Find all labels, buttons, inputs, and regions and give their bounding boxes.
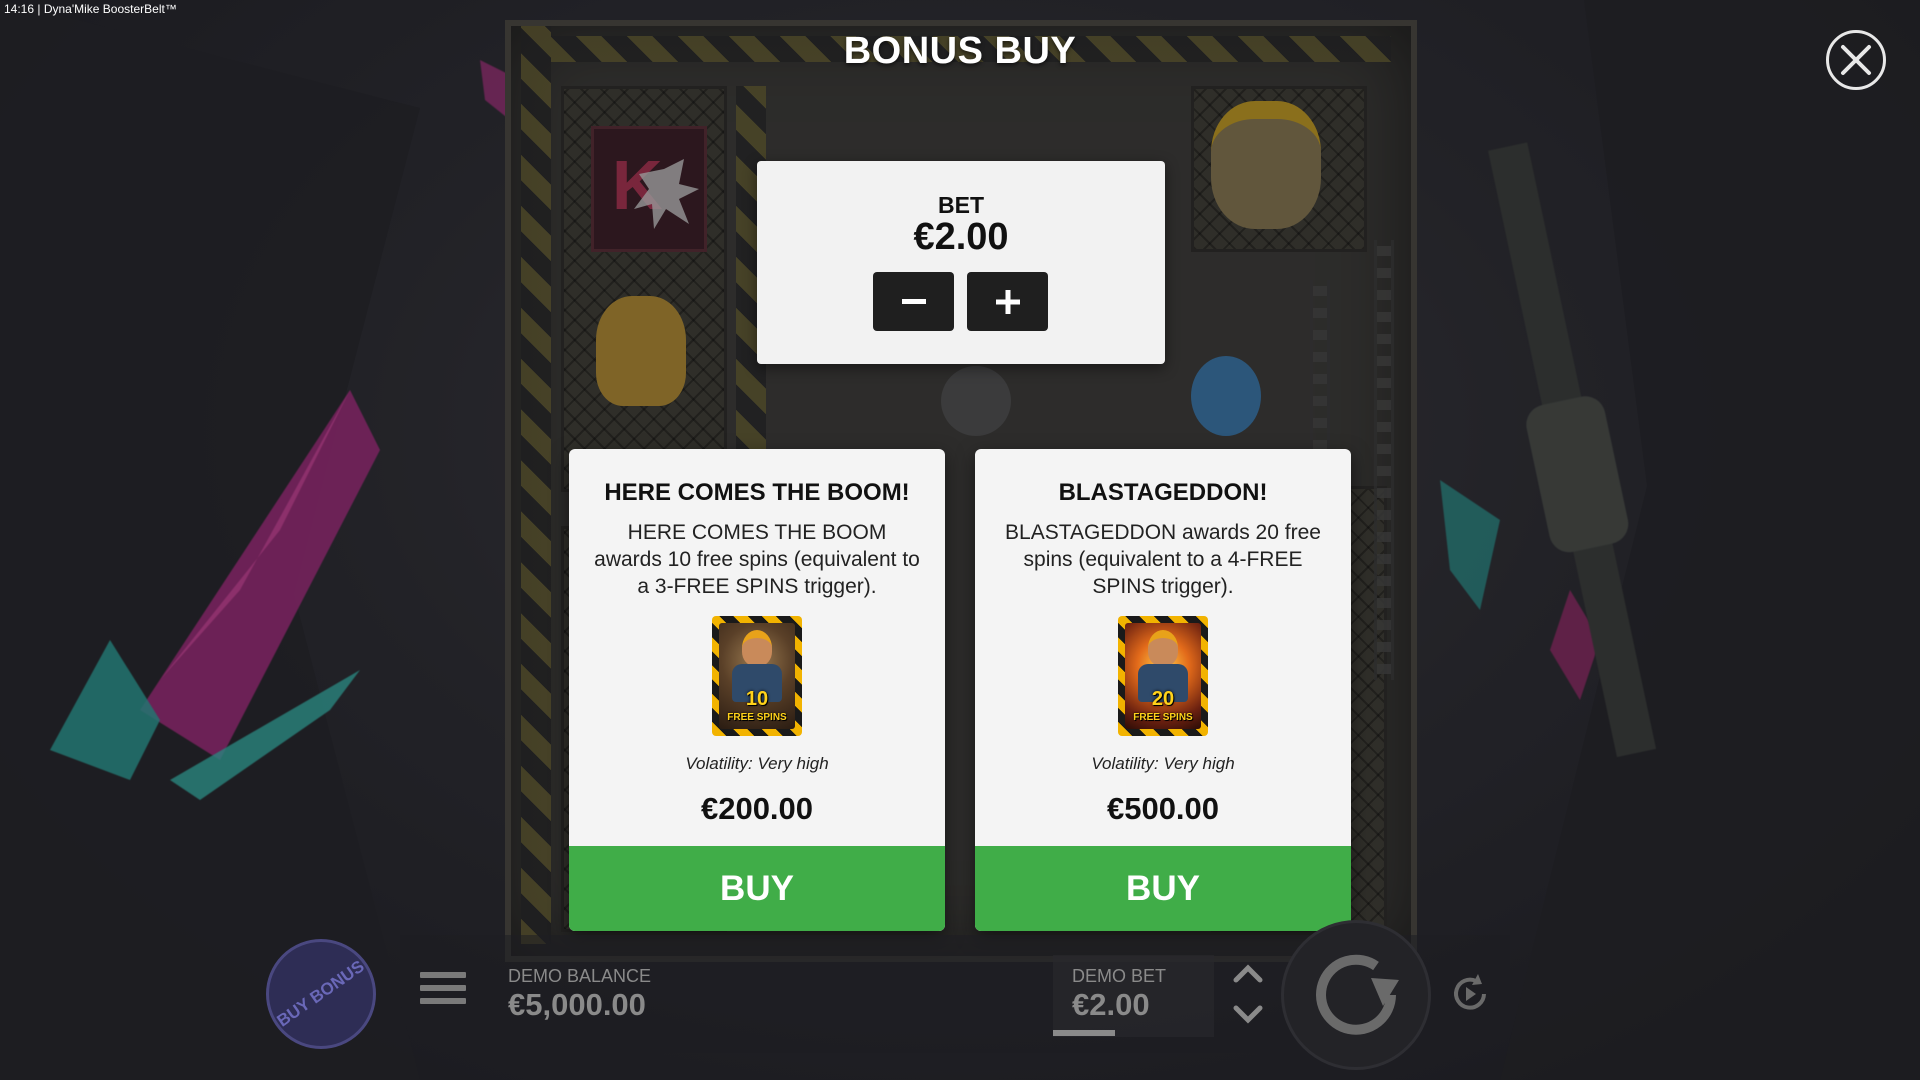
miner-head: [1148, 630, 1178, 666]
free-spins-count: 20: [1151, 688, 1175, 710]
plus-icon: [995, 289, 1020, 314]
balance-value: €5,000.00: [508, 987, 646, 1022]
free-spins-10-image: 10 FREE SPINS: [712, 616, 802, 736]
free-spins-caption: FREE SPINS: [1133, 712, 1193, 723]
offer-price: €500.00: [1106, 791, 1220, 826]
bet-value: €2.00: [913, 216, 1009, 258]
buy-button[interactable]: BUY: [569, 846, 945, 931]
offer-price: €200.00: [700, 791, 814, 826]
increase-bet-button[interactable]: [967, 272, 1048, 331]
bet-panel: BET €2.00: [757, 161, 1165, 364]
volatility-text: Volatility: Very high: [685, 754, 829, 773]
free-spins-20-image: 20 FREE SPINS: [1118, 616, 1208, 736]
game-name: Dyna'Mike BoosterBelt™: [43, 2, 177, 16]
buy-bonus-button[interactable]: BUY BONUS: [266, 939, 376, 1049]
offer-title: HERE COMES THE BOOM!: [604, 479, 910, 506]
free-spins-count: 10: [745, 688, 769, 710]
clock-time: 14:16: [4, 2, 35, 16]
miner-head: [742, 630, 772, 666]
volatility-text: Volatility: Very high: [1091, 754, 1235, 773]
menu-button[interactable]: [420, 972, 466, 1012]
minus-icon: [901, 298, 926, 304]
autoplay-button[interactable]: [1446, 970, 1494, 1018]
demo-bet-value: €2.00: [1072, 987, 1150, 1022]
bet-up-button[interactable]: [1228, 958, 1268, 988]
offer-description: HERE COMES THE BOOM awards 10 free spins…: [594, 521, 920, 598]
offer-description: BLASTAGEDDON awards 20 free spins (equiv…: [1005, 521, 1321, 598]
menu-icon: [420, 972, 466, 978]
autoplay-icon: [1454, 974, 1486, 1010]
close-icon: [1841, 45, 1871, 75]
offer-card-blastageddon: BLASTAGEDDON! BLASTAGEDDON awards 20 fre…: [975, 449, 1351, 931]
spin-icon: [1316, 954, 1399, 1035]
chevron-up-icon: [1233, 964, 1263, 983]
close-button[interactable]: [1826, 30, 1886, 90]
spin-button[interactable]: [1281, 920, 1431, 1070]
free-spins-caption: FREE SPINS: [727, 712, 787, 723]
bet-label: BET: [938, 192, 984, 218]
page-title: BONUS BUY: [843, 30, 1077, 72]
buy-bonus-label: BUY BONUS: [273, 956, 368, 1031]
balance-label: DEMO BALANCE: [508, 966, 652, 986]
buy-button[interactable]: BUY: [975, 846, 1351, 931]
demo-bet-label: DEMO BET: [1072, 966, 1167, 986]
offer-card-here-comes-the-boom: HERE COMES THE BOOM! HERE COMES THE BOOM…: [569, 449, 945, 931]
offer-title: BLASTAGEDDON!: [1058, 479, 1268, 506]
status-bar: 14:16 | Dyna'Mike BoosterBelt™: [4, 2, 177, 16]
chevron-down-icon: [1233, 1005, 1263, 1024]
bet-level-bar: [1053, 1030, 1115, 1036]
decrease-bet-button[interactable]: [873, 272, 954, 331]
bet-down-button[interactable]: [1228, 1000, 1268, 1030]
